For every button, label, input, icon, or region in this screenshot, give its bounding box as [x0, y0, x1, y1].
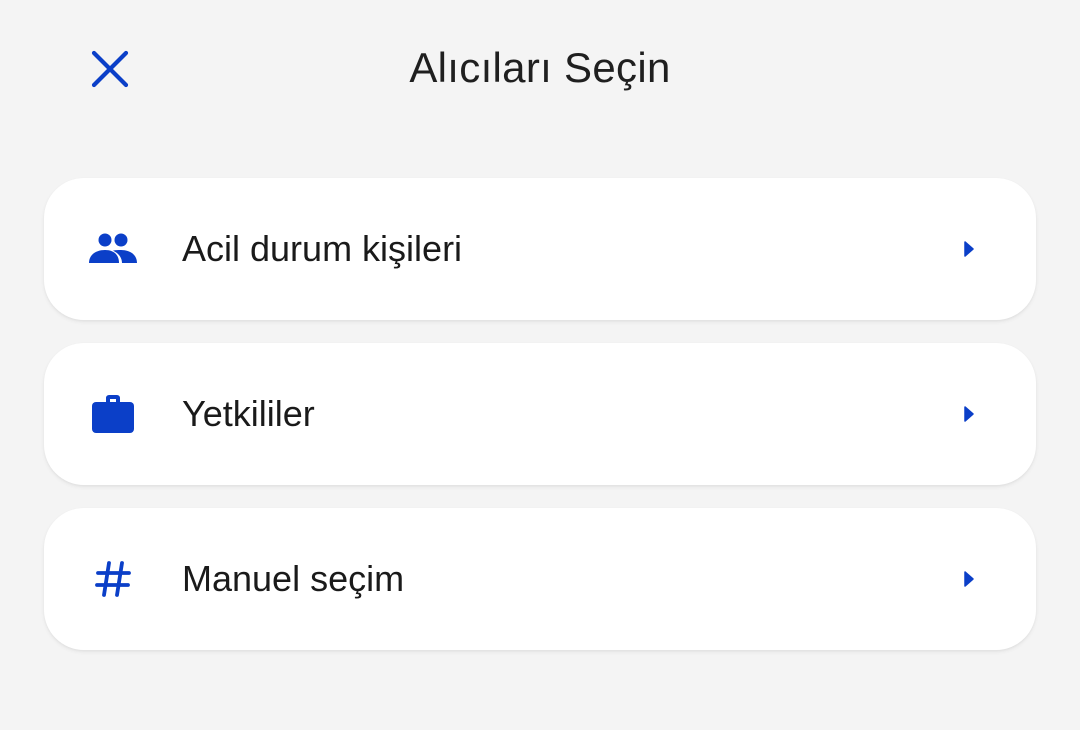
hash-icon: [88, 554, 138, 604]
option-label: Yetkililer: [182, 393, 315, 434]
recipient-options-list: Acil durum kişileri Yetkililer Manuel se…: [44, 178, 1036, 673]
option-authorities[interactable]: Yetkililer: [44, 343, 1036, 485]
option-emergency-contacts[interactable]: Acil durum kişileri: [44, 178, 1036, 320]
option-label: Manuel seçim: [182, 558, 405, 599]
page-title: Alıcıları Seçin: [409, 44, 671, 91]
option-manual-selection[interactable]: Manuel seçim: [44, 508, 1036, 650]
chevron-right-icon: [962, 404, 976, 424]
chevron-right-icon: [962, 239, 976, 259]
option-label: Acil durum kişileri: [182, 228, 463, 269]
chevron-right-icon: [962, 569, 976, 589]
briefcase-icon: [88, 389, 138, 439]
group-icon: [88, 224, 138, 274]
header-bar: Alıcıları Seçin: [0, 0, 1080, 140]
